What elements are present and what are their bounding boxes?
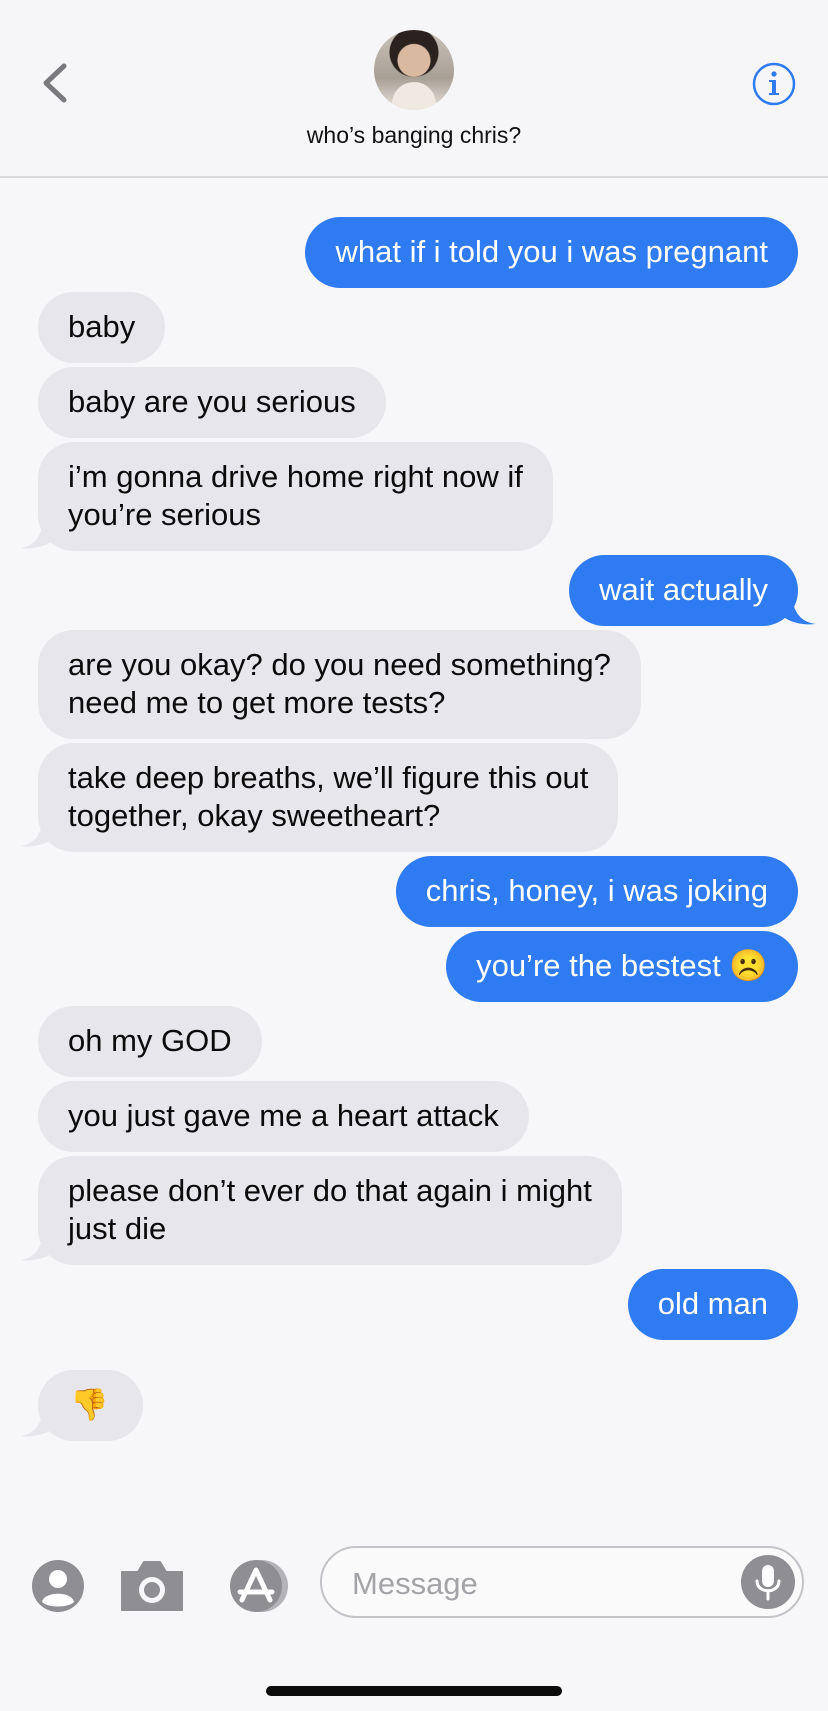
bubble-tail bbox=[20, 516, 60, 549]
message-placeholder: Message bbox=[352, 1566, 478, 1601]
message-bubble-outgoing[interactable]: chris, honey, i was joking bbox=[395, 856, 798, 927]
message-input[interactable]: Message bbox=[320, 1546, 804, 1618]
microphone-icon[interactable] bbox=[740, 1554, 796, 1610]
message-bubble-incoming[interactable]: baby bbox=[38, 292, 166, 363]
conversation-header: who’s banging chris? bbox=[0, 0, 828, 178]
camera-icon[interactable] bbox=[118, 1558, 186, 1614]
bubble-tail bbox=[20, 814, 60, 847]
message-bubble-incoming[interactable]: baby are you serious bbox=[38, 367, 386, 438]
message-bubble-outgoing[interactable]: old man bbox=[627, 1269, 798, 1340]
chevron-left-icon[interactable] bbox=[36, 58, 76, 108]
message-bubble-incoming[interactable]: are you okay? do you need something? nee… bbox=[38, 630, 641, 739]
message-bubble-incoming[interactable]: oh my GOD bbox=[38, 1006, 262, 1077]
contact-icon[interactable] bbox=[30, 1558, 86, 1614]
home-indicator[interactable] bbox=[266, 1686, 562, 1696]
contact-name[interactable]: who’s banging chris? bbox=[0, 122, 828, 149]
info-icon[interactable] bbox=[752, 62, 796, 106]
message-bubble-outgoing[interactable]: what if i told you i was pregnant bbox=[305, 217, 798, 288]
message-bubble-incoming[interactable]: you just gave me a heart attack bbox=[38, 1081, 529, 1152]
bubble-tail bbox=[20, 1228, 60, 1261]
message-bubble-outgoing[interactable]: you’re the bestest ☹️ bbox=[446, 931, 798, 1002]
avatar[interactable] bbox=[374, 30, 454, 110]
app-store-icon[interactable] bbox=[222, 1558, 294, 1614]
message-bubble-incoming[interactable]: please don’t ever do that again i might … bbox=[38, 1156, 622, 1265]
message-bubble-outgoing[interactable]: wait actually bbox=[569, 555, 798, 626]
message-bubble-incoming[interactable]: take deep breaths, we’ll figure this out… bbox=[38, 743, 619, 852]
bubble-tail bbox=[20, 1404, 60, 1437]
message-bubble-incoming[interactable]: i’m gonna drive home right now if you’re… bbox=[38, 442, 553, 551]
bubble-tail bbox=[776, 586, 816, 625]
